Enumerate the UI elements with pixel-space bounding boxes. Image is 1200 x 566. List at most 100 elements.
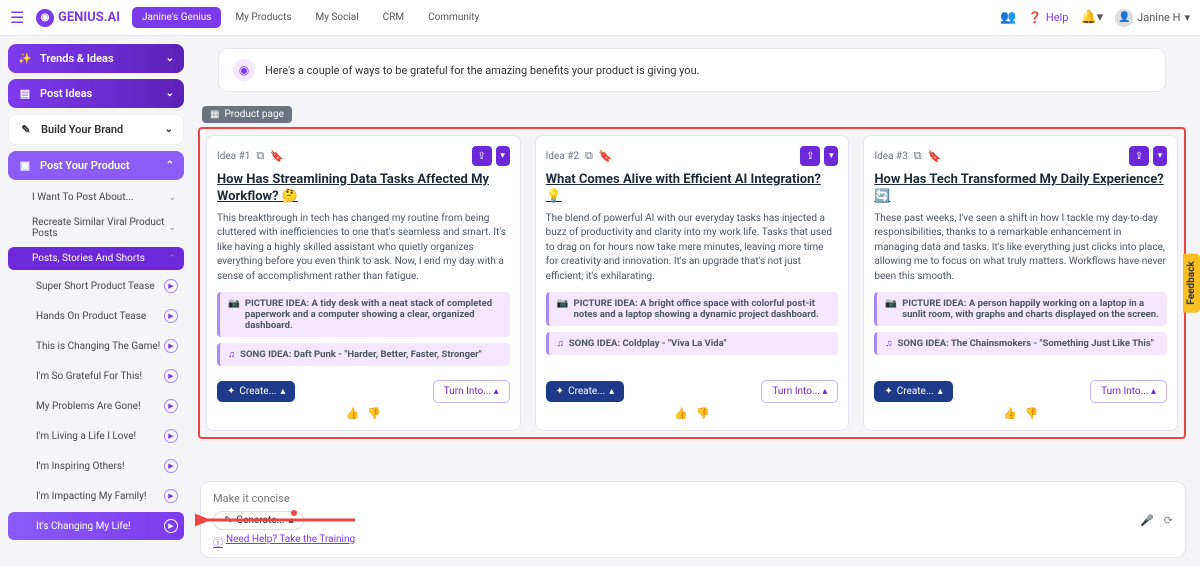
share-button[interactable]: ⇪ (800, 146, 820, 166)
topbar-right: 👥 ❓Help 🔔▾ 👤 Janine H ▾ (1000, 9, 1190, 27)
play-icon[interactable]: ▶ (164, 429, 178, 443)
song-idea: ♫SONG IDEA: The Chainsmokers - "Somethin… (874, 332, 1167, 355)
mic-icon[interactable]: 🎤 (1140, 514, 1154, 527)
copy-icon[interactable]: ⧉ (914, 149, 922, 163)
idea-label: Idea #3 (874, 151, 907, 162)
bookmark-icon[interactable]: 🔖 (928, 150, 942, 163)
composer-input[interactable] (213, 492, 1173, 505)
people-icon[interactable]: 👥 (1000, 10, 1016, 25)
nav-my-products[interactable]: My Products (225, 7, 301, 28)
play-icon[interactable]: ▶ (164, 309, 178, 323)
share-button[interactable]: ⇪ (472, 146, 492, 166)
play-icon[interactable]: ▶ (164, 459, 178, 473)
bookmark-icon[interactable]: 🔖 (599, 150, 613, 163)
nav-my-social[interactable]: My Social (306, 7, 369, 28)
prompt-banner: ◉ Here's a couple of ways to be grateful… (218, 48, 1166, 92)
sub-want-post-about[interactable]: I Want To Post About...⌄ (8, 186, 184, 209)
share-more-button[interactable]: ▾ (1153, 146, 1167, 166)
notifications-icon[interactable]: 🔔▾ (1080, 10, 1103, 25)
refresh-icon[interactable]: ⟳ (1164, 514, 1173, 527)
share-more-button[interactable]: ▾ (824, 146, 838, 166)
generate-button[interactable]: ✎Generate... ▴ (213, 511, 304, 530)
chevron-down-icon: ⌄ (168, 193, 176, 203)
play-icon[interactable]: ▶ (164, 399, 178, 413)
sub-posts-stories[interactable]: Posts, Stories And Shorts⌃ (8, 247, 184, 270)
turn-into-button[interactable]: Turn Into... ▴ (433, 380, 510, 403)
play-icon[interactable]: ▶ (164, 489, 178, 503)
hamburger-icon[interactable]: ☰ (10, 8, 30, 27)
leaf-problems-gone[interactable]: My Problems Are Gone!▶ (8, 392, 184, 420)
nav-primary[interactable]: Janine's Genius (132, 7, 221, 28)
sidebar-build-brand[interactable]: ✎Build Your Brand⌄ (8, 114, 184, 145)
logo-icon: ◉ (36, 9, 54, 27)
music-icon: ♫ (885, 338, 892, 349)
play-icon[interactable]: ▶ (164, 339, 178, 353)
topbar: ☰ ◉ GENIUS.AI Janine's Genius My Product… (0, 0, 1200, 36)
create-button[interactable]: ✦ Create... ▴ (546, 381, 624, 402)
page-icon: ▦ (210, 109, 219, 120)
idea-body: The blend of powerful AI with our everyd… (546, 212, 839, 285)
nav-crm[interactable]: CRM (373, 7, 414, 28)
thumbs-down-icon[interactable]: 👎 (367, 407, 381, 420)
play-icon[interactable]: ▶ (164, 279, 178, 293)
copy-icon[interactable]: ⧉ (256, 149, 264, 163)
idea-title[interactable]: How Has Tech Transformed My Daily Experi… (874, 172, 1167, 206)
idea-title[interactable]: How Has Streamlining Data Tasks Affected… (217, 172, 510, 206)
thumbs-up-icon[interactable]: 👍 (346, 407, 360, 420)
nav-community[interactable]: Community (418, 7, 489, 28)
idea-title[interactable]: What Comes Alive with Efficient AI Integ… (546, 172, 839, 206)
bot-icon: ◉ (233, 59, 255, 81)
camera-icon: 📷 (228, 298, 240, 331)
spark-icon: ✨ (18, 52, 32, 65)
leaf-changing-life[interactable]: It's Changing My Life!▶ (8, 512, 184, 540)
content: ◉ Here's a couple of ways to be grateful… (192, 36, 1200, 566)
thumbs-down-icon[interactable]: 👎 (696, 407, 710, 420)
leaf-inspiring-others[interactable]: I'm Inspiring Others!▶ (8, 452, 184, 480)
turn-into-button[interactable]: Turn Into... ▴ (761, 380, 838, 403)
sidebar-post-ideas[interactable]: ▤Post Ideas⌄ (8, 79, 184, 108)
camera-icon: 📷 (885, 298, 897, 320)
share-more-button[interactable]: ▾ (496, 146, 510, 166)
leaf-life-i-love[interactable]: I'm Living a Life I Love!▶ (8, 422, 184, 450)
leaf-super-short-tease[interactable]: Super Short Product Tease▶ (8, 272, 184, 300)
thumbs-down-icon[interactable]: 👎 (1025, 407, 1039, 420)
share-button[interactable]: ⇪ (1129, 146, 1149, 166)
play-icon[interactable]: ▶ (164, 519, 178, 533)
bookmark-icon[interactable]: 🔖 (270, 150, 284, 163)
sidebar: ✨Trends & Ideas⌄ ▤Post Ideas⌄ ✎Build You… (0, 36, 192, 566)
idea-card-3: Idea #3 ⧉ 🔖 ⇪ ▾ How Has Tech Transformed… (863, 135, 1178, 431)
sub-recreate-viral[interactable]: Recreate Similar Viral Product Posts⌄ (8, 211, 184, 245)
list-icon: ▤ (18, 87, 32, 100)
leaf-changing-game[interactable]: This is Changing The Game!▶ (8, 332, 184, 360)
chevron-down-icon: ⌄ (166, 88, 174, 99)
feedback-tab[interactable]: Feedback (1183, 253, 1200, 312)
box-icon: ▣ (18, 159, 32, 172)
logo[interactable]: ◉ GENIUS.AI (36, 9, 120, 27)
chevron-up-icon: ⌃ (166, 160, 174, 171)
help-button[interactable]: ❓Help (1028, 11, 1068, 24)
thumbs-up-icon[interactable]: 👍 (1003, 407, 1017, 420)
create-button[interactable]: ✦ Create... ▴ (217, 381, 295, 402)
leaf-impacting-family[interactable]: I'm Impacting My Family!▶ (8, 482, 184, 510)
leaf-hands-on-tease[interactable]: Hands On Product Tease▶ (8, 302, 184, 330)
play-icon[interactable]: ▶ (164, 369, 178, 383)
training-link[interactable]: ⓘNeed Help? Take the Training (213, 534, 355, 549)
idea-card-1: Idea #1 ⧉ 🔖 ⇪ ▾ How Has Streamlining Dat… (206, 135, 521, 431)
picture-idea: 📷PICTURE IDEA: A bright office space wit… (546, 292, 839, 326)
chevron-up-icon: ⌃ (168, 254, 176, 264)
user-menu[interactable]: 👤 Janine H ▾ (1115, 9, 1190, 27)
chevron-down-icon: ⌄ (166, 53, 174, 64)
page-tag[interactable]: ▦Product page (202, 106, 292, 123)
thumbs-up-icon[interactable]: 👍 (674, 407, 688, 420)
copy-icon[interactable]: ⧉ (585, 149, 593, 163)
wand-icon: ✎ (19, 123, 33, 136)
wand-icon: ✎ (224, 515, 232, 526)
create-button[interactable]: ✦ Create... ▴ (874, 381, 952, 402)
ideas-frame: Idea #1 ⧉ 🔖 ⇪ ▾ How Has Streamlining Dat… (198, 127, 1186, 439)
sidebar-post-product[interactable]: ▣Post Your Product⌃ (8, 151, 184, 180)
user-name: Janine H (1137, 11, 1180, 24)
leaf-grateful[interactable]: I'm So Grateful For This!▶ (8, 362, 184, 390)
avatar: 👤 (1115, 9, 1133, 27)
turn-into-button[interactable]: Turn Into... ▴ (1090, 380, 1167, 403)
sidebar-trends[interactable]: ✨Trends & Ideas⌄ (8, 44, 184, 73)
